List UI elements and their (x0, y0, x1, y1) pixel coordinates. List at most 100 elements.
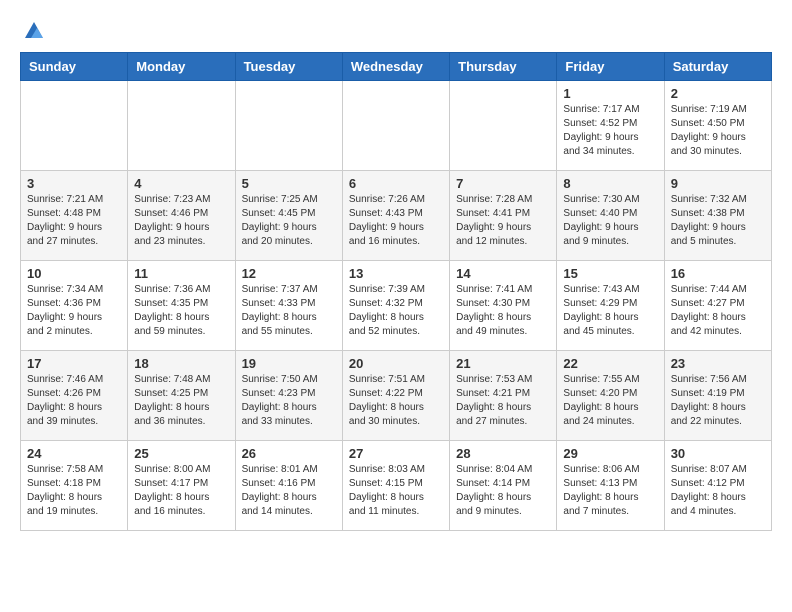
weekday-header: SundayMondayTuesdayWednesdayThursdayFrid… (21, 53, 772, 81)
weekday-wednesday: Wednesday (342, 53, 449, 81)
week-row-3: 10 Sunrise: 7:34 AM Sunset: 4:36 PM Dayli… (21, 261, 772, 351)
day-cell: 12 Sunrise: 7:37 AM Sunset: 4:33 PM Dayli… (235, 261, 342, 351)
day-cell: 5Sunrise: 7:25 AM Sunset: 4:45 PM Daylig… (235, 171, 342, 261)
day-info: Sunrise: 7:28 AM Sunset: 4:41 PM Dayligh… (456, 193, 550, 249)
day-number: 8 (563, 176, 657, 191)
day-cell (235, 81, 342, 171)
day-info: Sunrise: 7:50 AM Sunset: 4:23 PM Dayligh… (242, 373, 336, 429)
day-cell: 4 Sunrise: 7:23 AM Sunset: 4:46 PM Daylig… (128, 171, 235, 261)
weekday-thursday: Thursday (450, 53, 557, 81)
day-cell (128, 81, 235, 171)
day-cell: 21 Sunrise: 7:53 AM Sunset: 4:21 PM Dayli… (450, 351, 557, 441)
day-number: 17 (27, 356, 121, 371)
logo (20, 20, 45, 42)
day-info: Sunrise: 7:39 AM Sunset: 4:32 PM Dayligh… (349, 283, 443, 339)
day-number: 12 (242, 266, 336, 281)
day-number: 2 (671, 86, 765, 101)
day-number: 18 (134, 356, 228, 371)
calendar: SundayMondayTuesdayWednesdayThursdayFrid… (20, 52, 772, 531)
day-info: Sunrise: 7:56 AM Sunset: 4:19 PM Dayligh… (671, 373, 765, 429)
day-number: 16 (671, 266, 765, 281)
day-number: 7 (456, 176, 550, 191)
day-info: Sunrise: 7:23 AM Sunset: 4:46 PM Dayligh… (134, 193, 228, 249)
day-cell: 2 Sunrise: 7:19 AM Sunset: 4:50 PM Daylig… (664, 81, 771, 171)
day-number: 6 (349, 176, 443, 191)
day-info: Sunrise: 7:41 AM Sunset: 4:30 PM Dayligh… (456, 283, 550, 339)
day-number: 11 (134, 266, 228, 281)
week-row-4: 17 Sunrise: 7:46 AM Sunset: 4:26 PM Dayli… (21, 351, 772, 441)
day-info: Sunrise: 7:58 AM Sunset: 4:18 PM Dayligh… (27, 463, 121, 519)
day-cell: 9 Sunrise: 7:32 AM Sunset: 4:38 PM Daylig… (664, 171, 771, 261)
logo-icon (23, 20, 45, 42)
day-info: Sunrise: 7:36 AM Sunset: 4:35 PM Dayligh… (134, 283, 228, 339)
day-info: Sunrise: 7:26 AM Sunset: 4:43 PM Dayligh… (349, 193, 443, 249)
day-info: Sunrise: 7:32 AM Sunset: 4:38 PM Dayligh… (671, 193, 765, 249)
day-cell: 29 Sunrise: 8:06 AM Sunset: 4:13 PM Dayli… (557, 441, 664, 531)
day-cell: 17 Sunrise: 7:46 AM Sunset: 4:26 PM Dayli… (21, 351, 128, 441)
day-number: 29 (563, 446, 657, 461)
day-info: Sunrise: 7:43 AM Sunset: 4:29 PM Dayligh… (563, 283, 657, 339)
day-number: 14 (456, 266, 550, 281)
day-number: 15 (563, 266, 657, 281)
day-cell: 11 Sunrise: 7:36 AM Sunset: 4:35 PM Dayli… (128, 261, 235, 351)
day-info: Sunrise: 7:46 AM Sunset: 4:26 PM Dayligh… (27, 373, 121, 429)
day-cell: 24 Sunrise: 7:58 AM Sunset: 4:18 PM Dayli… (21, 441, 128, 531)
day-info: Sunrise: 7:53 AM Sunset: 4:21 PM Dayligh… (456, 373, 550, 429)
day-cell: 30 Sunrise: 8:07 AM Sunset: 4:12 PM Dayli… (664, 441, 771, 531)
weekday-monday: Monday (128, 53, 235, 81)
day-cell: 20 Sunrise: 7:51 AM Sunset: 4:22 PM Dayli… (342, 351, 449, 441)
day-number: 30 (671, 446, 765, 461)
day-cell: 6 Sunrise: 7:26 AM Sunset: 4:43 PM Daylig… (342, 171, 449, 261)
day-info: Sunrise: 8:01 AM Sunset: 4:16 PM Dayligh… (242, 463, 336, 519)
day-number: 19 (242, 356, 336, 371)
day-cell: 18 Sunrise: 7:48 AM Sunset: 4:25 PM Dayli… (128, 351, 235, 441)
day-cell: 7 Sunrise: 7:28 AM Sunset: 4:41 PM Daylig… (450, 171, 557, 261)
day-info: Sunrise: 7:37 AM Sunset: 4:33 PM Dayligh… (242, 283, 336, 339)
day-cell (21, 81, 128, 171)
day-number: 20 (349, 356, 443, 371)
day-number: 24 (27, 446, 121, 461)
day-info: Sunrise: 7:25 AM Sunset: 4:45 PM Dayligh… (242, 193, 336, 249)
day-cell (342, 81, 449, 171)
calendar-body: 1 Sunrise: 7:17 AM Sunset: 4:52 PM Daylig… (21, 81, 772, 531)
day-cell: 13 Sunrise: 7:39 AM Sunset: 4:32 PM Dayli… (342, 261, 449, 351)
day-info: Sunrise: 7:34 AM Sunset: 4:36 PM Dayligh… (27, 283, 121, 339)
weekday-tuesday: Tuesday (235, 53, 342, 81)
day-number: 22 (563, 356, 657, 371)
day-cell (450, 81, 557, 171)
day-cell: 25 Sunrise: 8:00 AM Sunset: 4:17 PM Dayli… (128, 441, 235, 531)
day-cell: 14 Sunrise: 7:41 AM Sunset: 4:30 PM Dayli… (450, 261, 557, 351)
day-info: Sunrise: 8:00 AM Sunset: 4:17 PM Dayligh… (134, 463, 228, 519)
day-number: 28 (456, 446, 550, 461)
day-number: 23 (671, 356, 765, 371)
day-number: 9 (671, 176, 765, 191)
weekday-friday: Friday (557, 53, 664, 81)
day-info: Sunrise: 7:17 AM Sunset: 4:52 PM Dayligh… (563, 103, 657, 159)
day-info: Sunrise: 8:06 AM Sunset: 4:13 PM Dayligh… (563, 463, 657, 519)
day-number: 21 (456, 356, 550, 371)
day-cell: 28 Sunrise: 8:04 AM Sunset: 4:14 PM Dayli… (450, 441, 557, 531)
day-number: 1 (563, 86, 657, 101)
day-info: Sunrise: 7:48 AM Sunset: 4:25 PM Dayligh… (134, 373, 228, 429)
day-cell: 10 Sunrise: 7:34 AM Sunset: 4:36 PM Dayli… (21, 261, 128, 351)
day-info: Sunrise: 8:07 AM Sunset: 4:12 PM Dayligh… (671, 463, 765, 519)
day-info: Sunrise: 7:44 AM Sunset: 4:27 PM Dayligh… (671, 283, 765, 339)
day-info: Sunrise: 7:55 AM Sunset: 4:20 PM Dayligh… (563, 373, 657, 429)
day-number: 25 (134, 446, 228, 461)
day-info: Sunrise: 8:04 AM Sunset: 4:14 PM Dayligh… (456, 463, 550, 519)
day-info: Sunrise: 7:19 AM Sunset: 4:50 PM Dayligh… (671, 103, 765, 159)
day-info: Sunrise: 7:21 AM Sunset: 4:48 PM Dayligh… (27, 193, 121, 249)
day-number: 13 (349, 266, 443, 281)
day-cell: 8Sunrise: 7:30 AM Sunset: 4:40 PM Daylig… (557, 171, 664, 261)
week-row-5: 24 Sunrise: 7:58 AM Sunset: 4:18 PM Dayli… (21, 441, 772, 531)
page-header (20, 20, 772, 42)
day-number: 27 (349, 446, 443, 461)
day-number: 4 (134, 176, 228, 191)
day-cell: 26Sunrise: 8:01 AM Sunset: 4:16 PM Dayli… (235, 441, 342, 531)
day-number: 3 (27, 176, 121, 191)
day-cell: 19 Sunrise: 7:50 AM Sunset: 4:23 PM Dayli… (235, 351, 342, 441)
day-cell: 27Sunrise: 8:03 AM Sunset: 4:15 PM Dayli… (342, 441, 449, 531)
day-info: Sunrise: 7:51 AM Sunset: 4:22 PM Dayligh… (349, 373, 443, 429)
day-cell: 15 Sunrise: 7:43 AM Sunset: 4:29 PM Dayli… (557, 261, 664, 351)
day-number: 10 (27, 266, 121, 281)
